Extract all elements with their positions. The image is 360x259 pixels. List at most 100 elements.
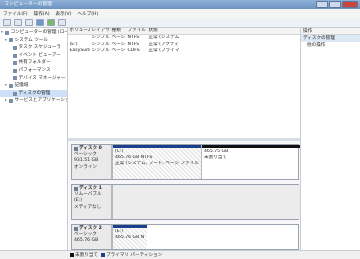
volume-cell: 正常 (プライマリ パーティション) [148, 48, 180, 53]
partition-bar [113, 145, 201, 148]
actions-pane: 操作 ディスクの管理 他の操作 [300, 28, 360, 250]
volume-cell: ベーシック [111, 48, 127, 53]
partition-bar [202, 145, 300, 148]
help-icon[interactable] [47, 19, 55, 26]
col-extra[interactable] [179, 28, 300, 34]
col-volume[interactable]: ボリューム [68, 28, 91, 34]
legend: 未割り当て プライマリ パーティション [68, 250, 360, 259]
menu-help[interactable]: ヘルプ(H) [77, 11, 98, 17]
partition-bar [113, 225, 147, 228]
volume-list: ボリューム レイアウト 種類 ファイル システム 状態 シンプルベーシックNTF… [68, 28, 300, 138]
legend-item-primary: プライマリ パーティション [100, 252, 162, 258]
forward-icon[interactable] [14, 19, 22, 26]
tree-item-label: デバイス マネージャー [18, 75, 66, 81]
task-scheduler-icon [13, 45, 17, 50]
menu-view[interactable]: 表示(V) [56, 11, 72, 17]
tree-item-label: 記憶域 [14, 83, 29, 89]
window-controls [316, 1, 358, 8]
show-hide-tree-icon[interactable] [58, 19, 66, 26]
status-bar-left [0, 250, 68, 259]
title-bar: コンピューターの管理 [0, 0, 360, 9]
actions-header: 操作 [301, 28, 360, 35]
menu-action[interactable]: 操作(A) [34, 11, 50, 17]
partition-primary[interactable]: (C:) 465.76 GB NTFS 正常 (システム, ブート, ページ ファイ… [112, 145, 201, 179]
services-icon [9, 99, 13, 104]
navigation-tree: ▾コンピューターの管理 (ローカル)▾システム ツールタスク スケジューライベン… [0, 28, 68, 250]
disk-graphical-view: ディスク 0 ベーシック 931.51 GB オンライン (C:) 465.76 GB N… [68, 141, 300, 250]
col-layout[interactable]: レイアウト [90, 28, 111, 34]
actions-other-operations[interactable]: 他の操作 [301, 42, 360, 49]
up-folder-icon[interactable] [25, 19, 33, 26]
partition-size: 465.76 GB NTFS [115, 235, 145, 240]
tree-item[interactable]: ▾ コンピューターの管理 (ローカル) [0, 29, 67, 37]
disk-status: オンライン [74, 164, 97, 170]
tree-item-label: イベント ビューアー [18, 52, 61, 58]
volume-list-header: ボリューム レイアウト 種類 ファイル システム 状態 [68, 28, 300, 35]
expand-arrow-icon[interactable]: ▾ [1, 29, 4, 37]
computer-management-icon [5, 30, 9, 35]
window-title: コンピューターの管理 [4, 2, 52, 7]
disk-icon [74, 227, 78, 232]
tree-item[interactable]: デバイス マネージャー [0, 75, 67, 83]
expand-arrow-icon[interactable]: ▾ [5, 82, 8, 90]
tree-item[interactable]: ▸ サービスとアプリケーション [0, 97, 67, 105]
disk-status: メディアなし [74, 204, 102, 210]
computer-management-window: コンピューターの管理 ファイル(F) 操作(A) 表示(V) ヘルプ(H) ▾ コ… [0, 0, 360, 259]
tree-item[interactable]: ディスクの管理 [0, 89, 67, 98]
tree-item-label: コンピューターの管理 (ローカル) [10, 30, 68, 35]
properties-icon[interactable] [36, 19, 44, 26]
tree-item-label: 共有フォルダー [18, 60, 51, 66]
disk-size: 465.76 GB [74, 238, 99, 244]
disk-icon [74, 187, 78, 192]
disk-type: リムーバブル (E:) [74, 192, 102, 204]
minimize-button[interactable] [316, 1, 328, 8]
disk-info[interactable]: ディスク 2 ベーシック 465.76 GB [72, 225, 112, 249]
back-icon[interactable] [3, 19, 11, 26]
tree-item[interactable]: ▾ 記憶域 [0, 82, 67, 90]
tree-item[interactable]: イベント ビューアー [0, 52, 67, 60]
tools-icon [9, 38, 13, 43]
performance-icon [13, 68, 17, 73]
legend-swatch-unallocated [70, 252, 74, 257]
disk-info[interactable]: ディスク 0 ベーシック 931.51 GB オンライン [72, 145, 112, 179]
partition-primary[interactable]: (E:)465.76 GB NTFS [112, 225, 147, 249]
tree-item[interactable]: 共有フォルダー [0, 59, 67, 67]
volume-cell [179, 48, 300, 55]
disk-info[interactable]: ディスク 1 リムーバブル (E:) メディアなし [72, 185, 112, 219]
actions-section-disk-management[interactable]: ディスクの管理 [301, 35, 360, 42]
legend-item-unallocated: 未割り当て [70, 252, 98, 258]
tree-item-label: システム ツール [14, 37, 48, 43]
col-status[interactable]: 状態 [147, 28, 179, 34]
tree-item[interactable]: パフォーマンス [0, 67, 67, 75]
legend-swatch-primary [100, 252, 105, 257]
device-manager-icon [13, 76, 17, 81]
event-viewer-icon [13, 53, 17, 58]
storage-icon [9, 83, 13, 88]
col-type[interactable]: 種類 [110, 28, 126, 34]
partition-unallocated[interactable]: 465.75 GB 未割り当て [201, 145, 300, 179]
tree-item[interactable]: ▾ システム ツール [0, 37, 67, 45]
tree-item[interactable]: タスク スケジューラ [0, 44, 67, 52]
tree-item-label: ディスクの管理 [18, 90, 51, 96]
disk-row[interactable]: ディスク 0 ベーシック 931.51 GB オンライン (C:) 465.76 GB N… [71, 144, 300, 180]
disk-icon [74, 147, 78, 152]
expand-arrow-icon[interactable]: ▾ [5, 37, 8, 45]
shared-folder-icon [13, 61, 17, 66]
menu-bar: ファイル(F) 操作(A) 表示(V) ヘルプ(H) [0, 9, 360, 18]
disk-row[interactable]: ディスク 2ベーシック465.76 GB(E:)465.76 GB NTFS [71, 224, 299, 250]
menu-file[interactable]: ファイル(F) [3, 11, 28, 17]
close-button[interactable] [342, 1, 358, 8]
volume-cell: CDFS [127, 48, 140, 53]
disk-management-icon [13, 91, 17, 96]
col-filesystem[interactable]: ファイル システム [126, 28, 148, 34]
partition-status: 未割り当て [204, 155, 227, 160]
disk-row[interactable]: ディスク 1 リムーバブル (E:) メディアなし [71, 184, 300, 220]
volume-cell: シンプル [91, 48, 110, 53]
expand-arrow-icon[interactable]: ▸ [5, 97, 8, 105]
tree-item-label: タスク スケジューラ [18, 45, 61, 51]
tree-item-label: サービスとアプリケーション [14, 98, 68, 104]
partition-status: 正常 (システム, ブート, ページ ファイル [115, 161, 199, 166]
maximize-button[interactable] [329, 1, 341, 8]
toolbar [0, 18, 360, 28]
volume-row[interactable]: EasySuite (F:)シンプルベーシックCDFS 正常 (プライマリ パーテ… [68, 48, 300, 55]
